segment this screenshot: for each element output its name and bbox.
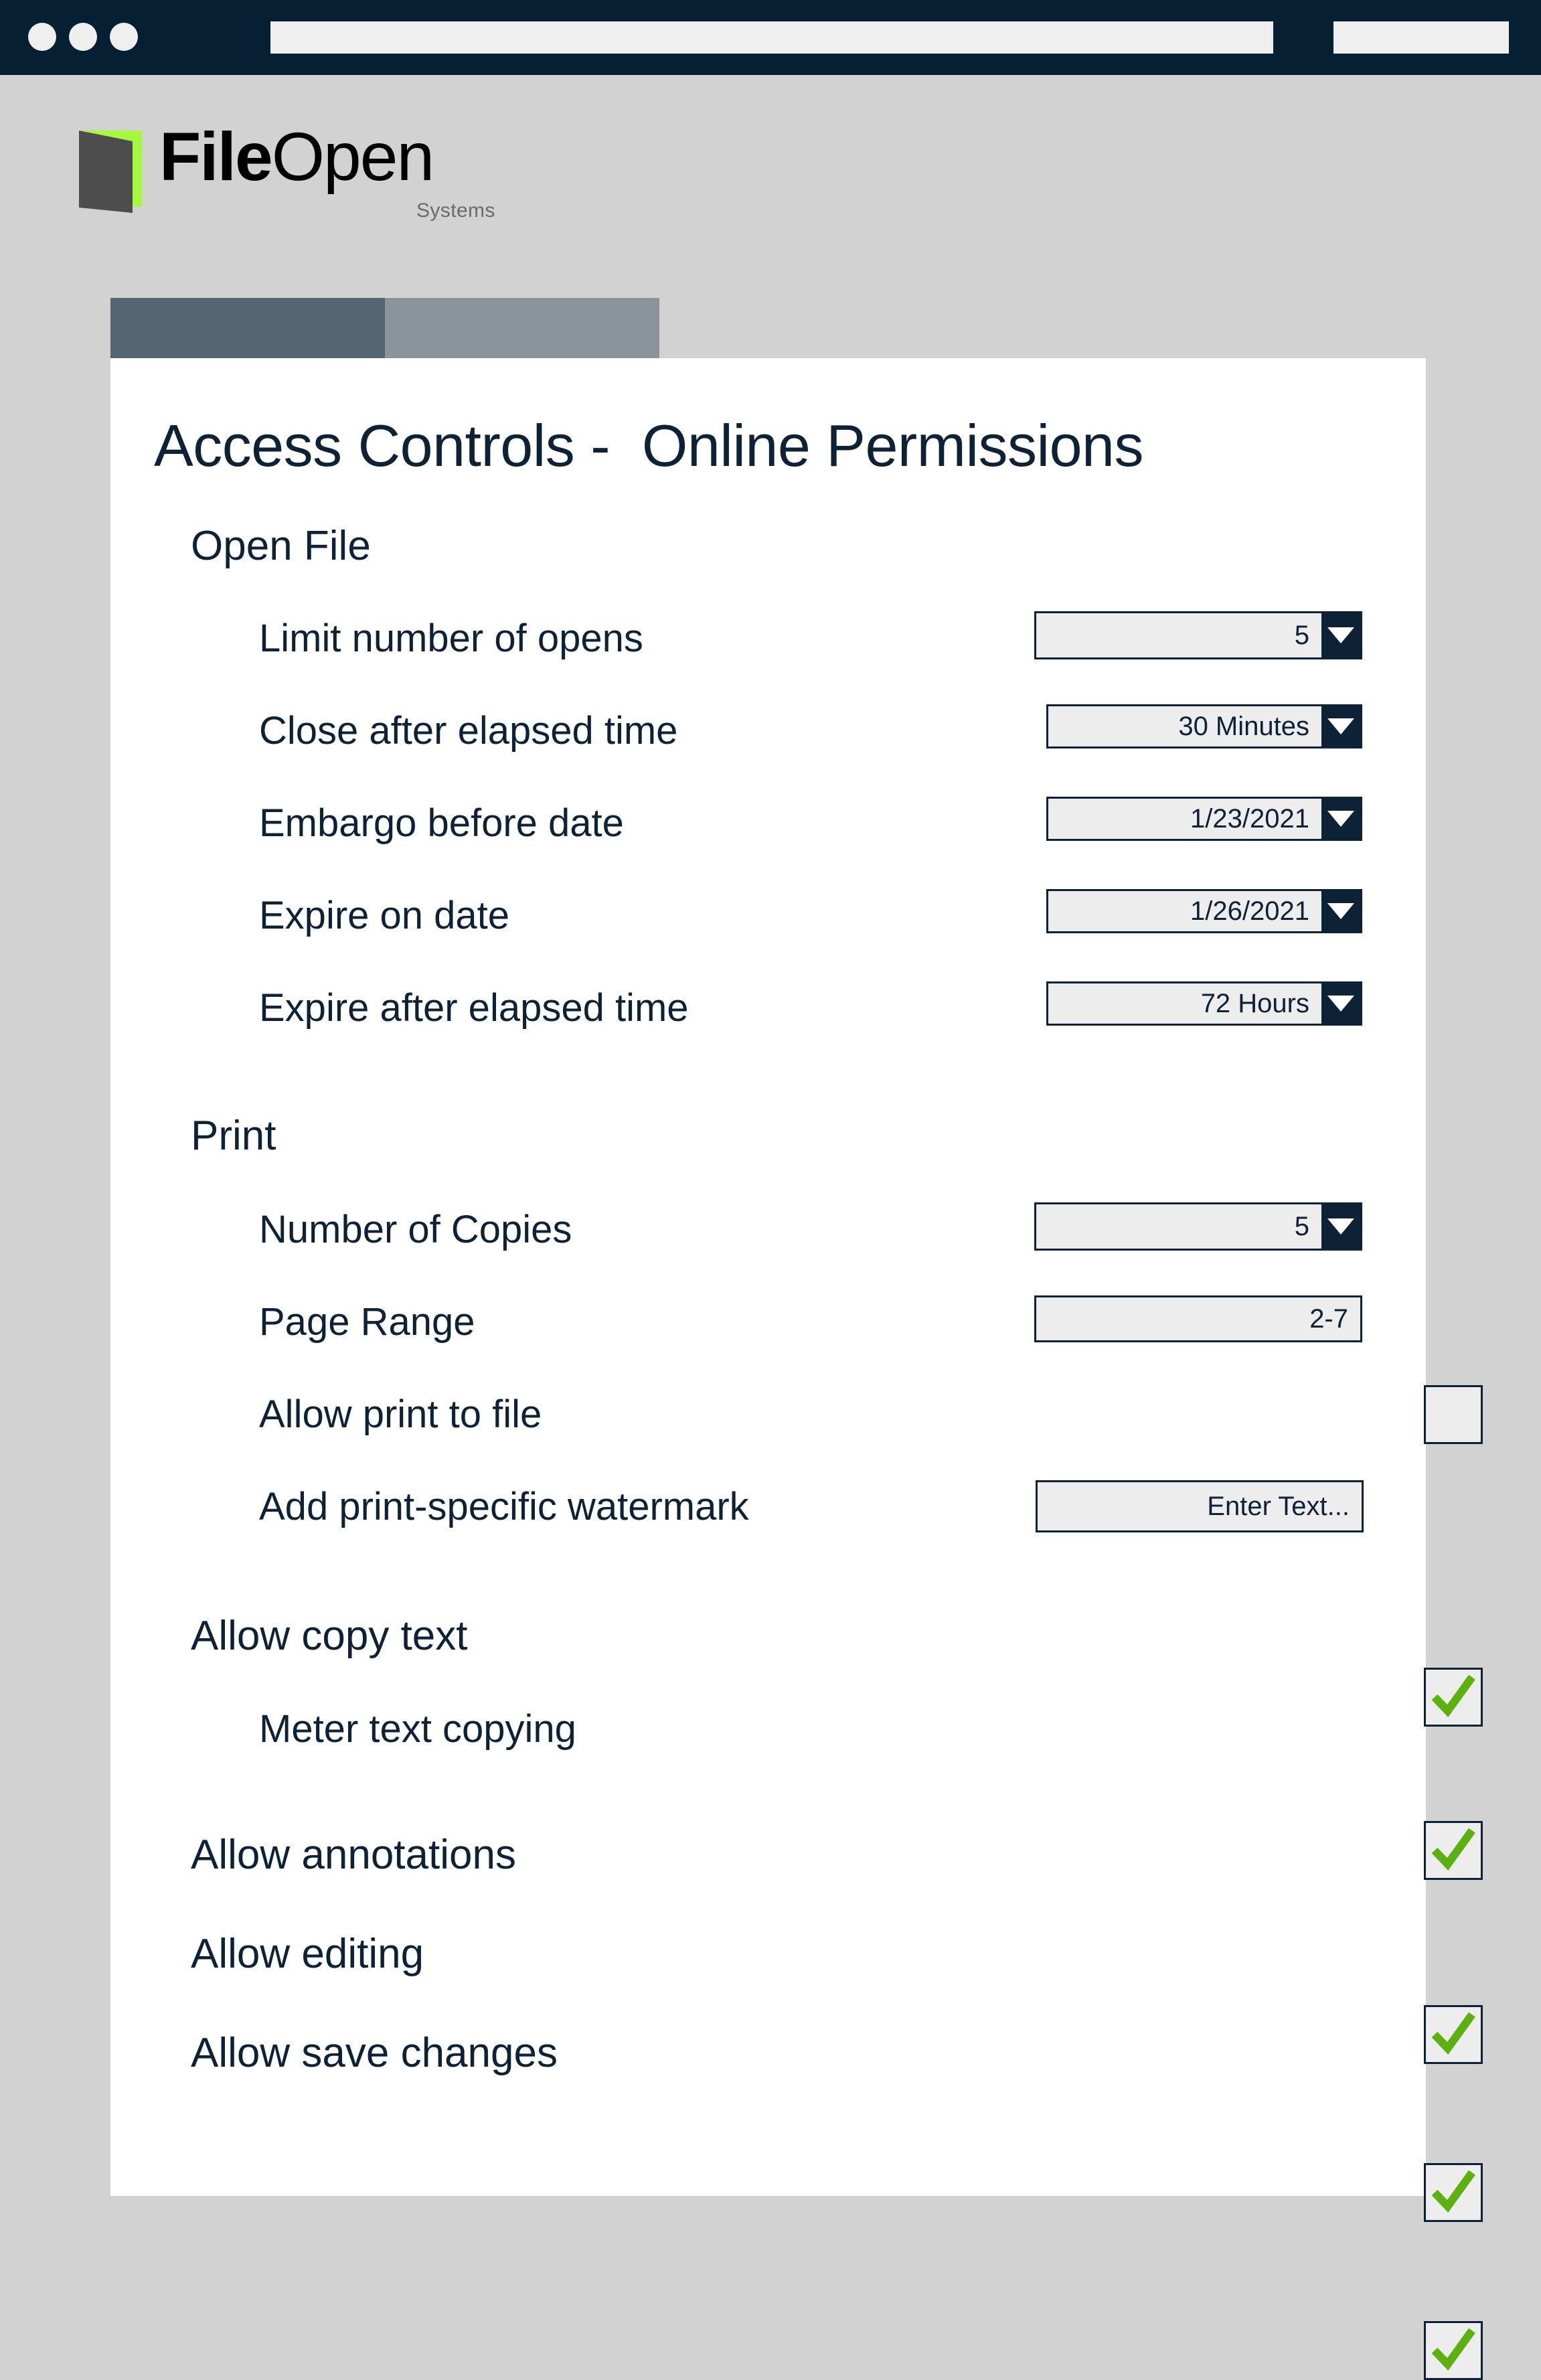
select-limit-number-of-opens[interactable]: 5 (1034, 611, 1362, 659)
select-value-embargo-before-date: 1/23/2021 (1190, 803, 1309, 834)
chevron-down-icon[interactable] (1321, 799, 1360, 839)
label-allow-print-to-file: Allow print to file (259, 1393, 542, 1436)
chevron-down-icon[interactable] (1321, 706, 1360, 746)
tab-online-permissions[interactable] (110, 298, 385, 358)
select-value-limit-number-of-opens: 5 (1294, 620, 1309, 650)
label-expire-on-date: Expire on date (259, 894, 510, 937)
tab-secondary[interactable] (385, 298, 659, 358)
chevron-down-icon[interactable] (1321, 1204, 1360, 1249)
permissions-panel: Access Controls - Online Permissions Ope… (110, 358, 1483, 2380)
address-bar-input[interactable] (270, 21, 1273, 54)
section-heading-print: Print (191, 1113, 276, 1159)
label-embargo-before-date: Embargo before date (259, 801, 624, 845)
label-page-range: Page Range (259, 1300, 475, 1344)
select-expire-after-elapsed-time[interactable]: 72 Hours (1046, 981, 1362, 1026)
open-book-icon (79, 131, 142, 213)
label-allow-copy-text: Allow copy text (191, 1613, 468, 1659)
checkbox-allow-copy-text[interactable] (1424, 1668, 1483, 1727)
label-number-of-copies: Number of Copies (259, 1208, 572, 1251)
tab-bar (110, 298, 659, 358)
label-meter-text-copying: Meter text copying (259, 1707, 576, 1751)
checkbox-allow-save-changes[interactable] (1424, 2321, 1483, 2380)
chevron-down-icon[interactable] (1321, 613, 1360, 657)
window-dot-2-icon[interactable] (69, 23, 97, 51)
checkbox-allow-print-to-file[interactable] (1424, 1385, 1483, 1444)
check-icon (1431, 2170, 1475, 2213)
section-heading-open-file: Open File (191, 523, 371, 569)
check-icon (1431, 1674, 1475, 1717)
select-value-expire-on-date: 1/26/2021 (1190, 896, 1309, 926)
label-close-after-elapsed-time: Close after elapsed time (259, 709, 678, 752)
brand-logo: FileOpen Systems (74, 118, 515, 228)
chevron-down-icon[interactable] (1321, 983, 1360, 1024)
label-add-print-specific-watermark: Add print-specific watermark (259, 1485, 749, 1528)
select-value-expire-after-elapsed-time: 72 Hours (1200, 988, 1309, 1018)
watermark-text-input[interactable]: Enter Text... (1036, 1480, 1364, 1532)
select-expire-on-date[interactable]: 1/26/2021 (1046, 889, 1362, 933)
check-icon (1431, 2012, 1475, 2055)
page-title: Access Controls - Online Permissions (154, 412, 1143, 479)
brand-name-bold: File (159, 118, 273, 195)
label-expire-after-elapsed-time: Expire after elapsed time (259, 986, 689, 1030)
chevron-down-icon[interactable] (1321, 891, 1360, 931)
brand-tagline: Systems (416, 200, 495, 222)
window-controls (28, 23, 138, 51)
select-number-of-copies[interactable]: 5 (1034, 1202, 1362, 1251)
browser-toolbar-box[interactable] (1333, 21, 1509, 54)
check-icon (1431, 1828, 1475, 1871)
brand-wordmark: FileOpen (159, 118, 435, 196)
browser-chrome (0, 0, 1541, 75)
checkbox-allow-annotations[interactable] (1424, 2005, 1483, 2064)
checkbox-allow-editing[interactable] (1424, 2163, 1483, 2222)
select-embargo-before-date[interactable]: 1/23/2021 (1046, 797, 1362, 841)
label-allow-editing: Allow editing (191, 1931, 424, 1977)
label-allow-save-changes: Allow save changes (191, 2030, 558, 2076)
window-dot-3-icon[interactable] (110, 23, 138, 51)
select-value-close-after-elapsed-time: 30 Minutes (1178, 711, 1309, 741)
label-allow-annotations: Allow annotations (191, 1832, 516, 1878)
brand-name-light: Open (271, 118, 435, 195)
window-dot-1-icon[interactable] (28, 23, 56, 51)
select-close-after-elapsed-time[interactable]: 30 Minutes (1046, 704, 1362, 748)
label-limit-number-of-opens: Limit number of opens (259, 617, 643, 660)
page-range-input[interactable]: 2-7 (1034, 1295, 1362, 1342)
check-icon (1431, 2328, 1475, 2371)
select-value-number-of-copies: 5 (1294, 1211, 1309, 1241)
checkbox-meter-text-copying[interactable] (1424, 1821, 1483, 1880)
